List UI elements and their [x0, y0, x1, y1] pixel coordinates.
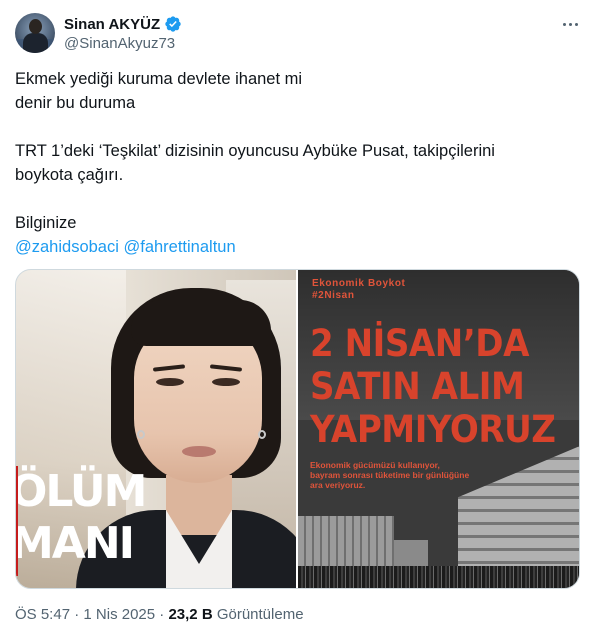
image-lips	[182, 446, 216, 457]
mention-link[interactable]: @zahidsobaci	[15, 238, 119, 256]
image-right-eye	[212, 378, 240, 386]
image-overlay-line: ÖLÜM	[16, 466, 147, 517]
image-bangs	[131, 300, 271, 346]
poster-subtext-line: ara veriyoruz.	[310, 480, 366, 490]
tweet-text-line: TRT 1’deki ‘Teşkilat’ dizisinin oyuncusu…	[15, 142, 495, 160]
tweet-text-line: Bilginize	[15, 214, 77, 232]
more-options-icon[interactable]	[558, 14, 582, 34]
author-handle[interactable]: @SinanAkyuz73	[64, 35, 175, 52]
tweet-meta: ÖS 5:47 · 1 Nis 2025 · 23,2 B Görüntülem…	[15, 606, 304, 623]
avatar-head	[29, 19, 42, 34]
poster-headline-line: SATIN ALIM	[310, 365, 525, 408]
tweet-card[interactable]: Sinan AKYÜZ @SinanAkyuz73 Ekmek yediği k…	[0, 0, 593, 641]
mention-link[interactable]: @fahrettinaltun	[123, 238, 235, 256]
tweet-text-blank-line	[15, 187, 575, 211]
poster-subtext-line: bayram sonrası tüketime bir günlüğüne	[310, 470, 470, 480]
poster-headline-line: YAPMIYORUZ	[310, 408, 556, 451]
image-right-earring	[258, 430, 266, 439]
verified-badge-icon	[164, 15, 182, 33]
mentions-line: @zahidsobaci @fahrettinaltun	[15, 235, 575, 259]
author-display-name[interactable]: Sinan AKYÜZ	[64, 16, 160, 33]
meta-separator: ·	[74, 606, 80, 623]
author-name-row: Sinan AKYÜZ	[64, 14, 182, 34]
avatar-torso	[23, 33, 48, 53]
views-label: Görüntüleme	[216, 606, 304, 623]
media-grid: ÖLÜM MANI Ekonomik Boykot #2Nisan 2 NİSA…	[15, 269, 580, 589]
views-count: 23,2 B	[168, 606, 213, 623]
tweet-text-blank-line	[15, 115, 575, 139]
media-image-boycott-poster[interactable]: Ekonomik Boykot #2Nisan 2 NİSAN’DA SATIN…	[298, 270, 579, 588]
image-overlay-line: MANI	[16, 518, 135, 569]
image-left-earring	[137, 430, 145, 439]
tweet-text-line: boykota çağırı.	[15, 166, 124, 184]
tweet-text-line: denir bu duruma	[15, 94, 136, 112]
image-neck	[166, 475, 232, 535]
poster-headline: 2 NİSAN’DA SATIN ALIM YAPMIYORUZ	[310, 322, 556, 451]
poster-kicker-line: Ekonomik Boykot	[312, 278, 406, 289]
meta-separator: ·	[159, 606, 165, 623]
image-overlay-title: ÖLÜM MANI	[16, 466, 147, 576]
avatar[interactable]	[15, 13, 55, 53]
poster-subtext-line: Ekonomik gücümüzü kullanıyor,	[310, 460, 440, 470]
poster-headline-line: 2 NİSAN’DA	[310, 322, 529, 365]
tweet-date[interactable]: 1 Nis 2025	[83, 606, 155, 623]
image-overlay-red-bar	[16, 466, 18, 576]
poster-crowd	[298, 566, 579, 588]
tweet-text-line: Ekmek yediği kuruma devlete ihanet mi	[15, 70, 303, 88]
media-image-actress[interactable]: ÖLÜM MANI	[16, 270, 296, 588]
tweet-time[interactable]: ÖS 5:47	[15, 606, 70, 623]
poster-kicker-line: #2Nisan	[312, 290, 355, 301]
poster-kicker: Ekonomik Boykot #2Nisan	[312, 278, 405, 302]
tweet-text: Ekmek yediği kuruma devlete ihanet mi de…	[15, 67, 575, 259]
poster-subtext: Ekonomik gücümüzü kullanıyor, bayram son…	[310, 460, 490, 490]
image-left-eye	[156, 378, 184, 386]
